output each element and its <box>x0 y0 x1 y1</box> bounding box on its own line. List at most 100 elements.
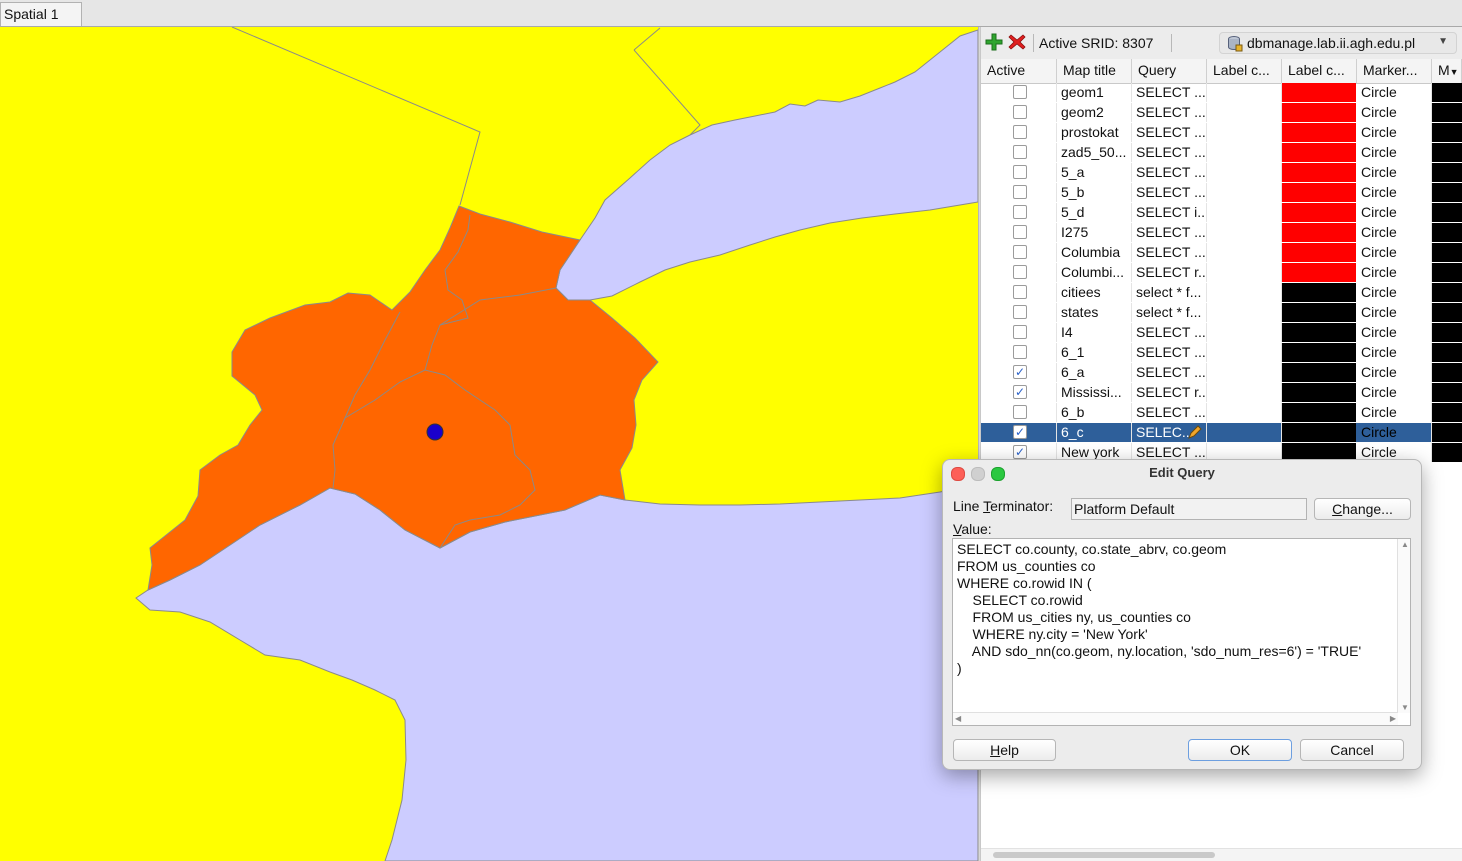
query-cell[interactable]: SELECT ... <box>1132 403 1207 422</box>
table-row[interactable]: Columbi... SELECT r... Circle <box>981 263 1462 283</box>
marker-color-swatch[interactable] <box>1432 83 1462 102</box>
marker-cell[interactable]: Circle <box>1357 103 1432 122</box>
marker-cell[interactable]: Circle <box>1357 183 1432 202</box>
label-column-cell[interactable] <box>1207 403 1282 422</box>
label-color-swatch[interactable] <box>1282 203 1356 222</box>
map-title-cell[interactable]: 6_1 <box>1057 343 1132 362</box>
marker-cell[interactable]: Circle <box>1357 83 1432 102</box>
active-checkbox[interactable] <box>1013 165 1027 179</box>
connection-dropdown[interactable]: dbmanage.lab.ii.agh.edu.pl ▼ <box>1219 32 1457 54</box>
map-title-cell[interactable]: 6_c <box>1057 423 1132 442</box>
query-text-area[interactable]: SELECT co.county, co.state_abrv, co.geom… <box>952 538 1411 726</box>
marker-color-swatch[interactable] <box>1432 363 1462 382</box>
marker-cell[interactable]: Circle <box>1357 403 1432 422</box>
label-color-swatch[interactable] <box>1282 323 1356 342</box>
query-cell[interactable]: SELECT r... <box>1132 383 1207 402</box>
query-cell[interactable]: SELECT ... <box>1132 323 1207 342</box>
active-checkbox[interactable]: ✓ <box>1013 425 1027 439</box>
active-checkbox[interactable] <box>1013 265 1027 279</box>
query-text[interactable]: SELECT co.county, co.state_abrv, co.geom… <box>957 541 1361 677</box>
map-title-cell[interactable]: 5_b <box>1057 183 1132 202</box>
help-button[interactable]: Help <box>953 739 1056 761</box>
label-column-cell[interactable] <box>1207 203 1282 222</box>
active-checkbox[interactable] <box>1013 145 1027 159</box>
label-column-cell[interactable] <box>1207 163 1282 182</box>
label-column-cell[interactable] <box>1207 223 1282 242</box>
active-checkbox[interactable]: ✓ <box>1013 445 1027 459</box>
query-cell[interactable]: SELECT ... <box>1132 223 1207 242</box>
header-map-title[interactable]: Map title <box>1057 59 1132 83</box>
active-checkbox[interactable]: ✓ <box>1013 365 1027 379</box>
marker-cell[interactable]: Circle <box>1357 343 1432 362</box>
table-row[interactable]: 6_b SELECT ... Circle <box>981 403 1462 423</box>
scrollbar-thumb[interactable] <box>993 852 1215 858</box>
map-title-cell[interactable]: Columbi... <box>1057 263 1132 282</box>
table-row[interactable]: ✓ Mississi... SELECT r... Circle <box>981 383 1462 403</box>
active-checkbox[interactable] <box>1013 225 1027 239</box>
marker-color-swatch[interactable] <box>1432 103 1462 122</box>
label-color-swatch[interactable] <box>1282 363 1356 382</box>
query-cell[interactable]: SELECT ... <box>1132 103 1207 122</box>
marker-cell[interactable]: Circle <box>1357 383 1432 402</box>
label-color-swatch[interactable] <box>1282 243 1356 262</box>
label-column-cell[interactable] <box>1207 303 1282 322</box>
query-cell[interactable]: SELECT ... <box>1132 243 1207 262</box>
map-title-cell[interactable]: geom1 <box>1057 83 1132 102</box>
active-checkbox[interactable] <box>1013 325 1027 339</box>
label-color-swatch[interactable] <box>1282 423 1356 442</box>
header-m[interactable]: M▼ <box>1432 59 1462 83</box>
active-checkbox[interactable] <box>1013 285 1027 299</box>
label-color-swatch[interactable] <box>1282 283 1356 302</box>
table-row[interactable]: ✓ 6_a SELECT ... Circle <box>981 363 1462 383</box>
map-svg[interactable] <box>0 27 978 861</box>
query-cell[interactable]: select * f... <box>1132 283 1207 302</box>
map-title-cell[interactable]: 6_a <box>1057 363 1132 382</box>
label-color-swatch[interactable] <box>1282 383 1356 402</box>
map-canvas[interactable] <box>0 27 978 861</box>
map-title-cell[interactable]: citiees <box>1057 283 1132 302</box>
label-color-swatch[interactable] <box>1282 123 1356 142</box>
label-column-cell[interactable] <box>1207 263 1282 282</box>
header-label-column[interactable]: Label c... <box>1207 59 1282 83</box>
active-checkbox[interactable] <box>1013 345 1027 359</box>
marker-cell[interactable]: Circle <box>1357 263 1432 282</box>
marker-cell[interactable]: Circle <box>1357 323 1432 342</box>
label-column-cell[interactable] <box>1207 363 1282 382</box>
marker-color-swatch[interactable] <box>1432 243 1462 262</box>
active-checkbox[interactable] <box>1013 305 1027 319</box>
plus-icon[interactable] <box>984 32 1004 52</box>
map-title-cell[interactable]: 6_b <box>1057 403 1132 422</box>
query-cell[interactable]: SELECT ... <box>1132 83 1207 102</box>
map-title-cell[interactable]: I275 <box>1057 223 1132 242</box>
table-row[interactable]: geom2 SELECT ... Circle <box>981 103 1462 123</box>
cancel-button[interactable]: Cancel <box>1300 739 1404 761</box>
query-cell[interactable]: SELECT ... <box>1132 123 1207 142</box>
map-title-cell[interactable]: zad5_50... <box>1057 143 1132 162</box>
label-color-swatch[interactable] <box>1282 83 1356 102</box>
marker-color-swatch[interactable] <box>1432 263 1462 282</box>
map-title-cell[interactable]: 5_a <box>1057 163 1132 182</box>
active-checkbox[interactable] <box>1013 205 1027 219</box>
map-title-cell[interactable]: geom2 <box>1057 103 1132 122</box>
active-checkbox[interactable] <box>1013 105 1027 119</box>
active-checkbox[interactable] <box>1013 405 1027 419</box>
table-row[interactable]: 6_1 SELECT ... Circle <box>981 343 1462 363</box>
table-row[interactable]: ✓ 6_c SELEC... Circle <box>981 423 1462 443</box>
marker-color-swatch[interactable] <box>1432 183 1462 202</box>
marker-color-swatch[interactable] <box>1432 343 1462 362</box>
label-color-swatch[interactable] <box>1282 103 1356 122</box>
marker-cell[interactable]: Circle <box>1357 423 1432 442</box>
scroll-up-icon[interactable]: ▲ <box>1401 540 1409 549</box>
marker-color-swatch[interactable] <box>1432 403 1462 422</box>
query-cell[interactable]: SELECT ... <box>1132 143 1207 162</box>
horizontal-scrollbar[interactable]: ◀ ▶ <box>953 712 1398 725</box>
vertical-scrollbar[interactable]: ▲ ▼ <box>1397 539 1410 713</box>
label-color-swatch[interactable] <box>1282 143 1356 162</box>
label-color-swatch[interactable] <box>1282 183 1356 202</box>
label-column-cell[interactable] <box>1207 103 1282 122</box>
label-column-cell[interactable] <box>1207 243 1282 262</box>
table-row[interactable]: 5_b SELECT ... Circle <box>981 183 1462 203</box>
table-row[interactable]: 5_d SELECT i... Circle <box>981 203 1462 223</box>
marker-color-swatch[interactable] <box>1432 443 1462 462</box>
label-column-cell[interactable] <box>1207 283 1282 302</box>
